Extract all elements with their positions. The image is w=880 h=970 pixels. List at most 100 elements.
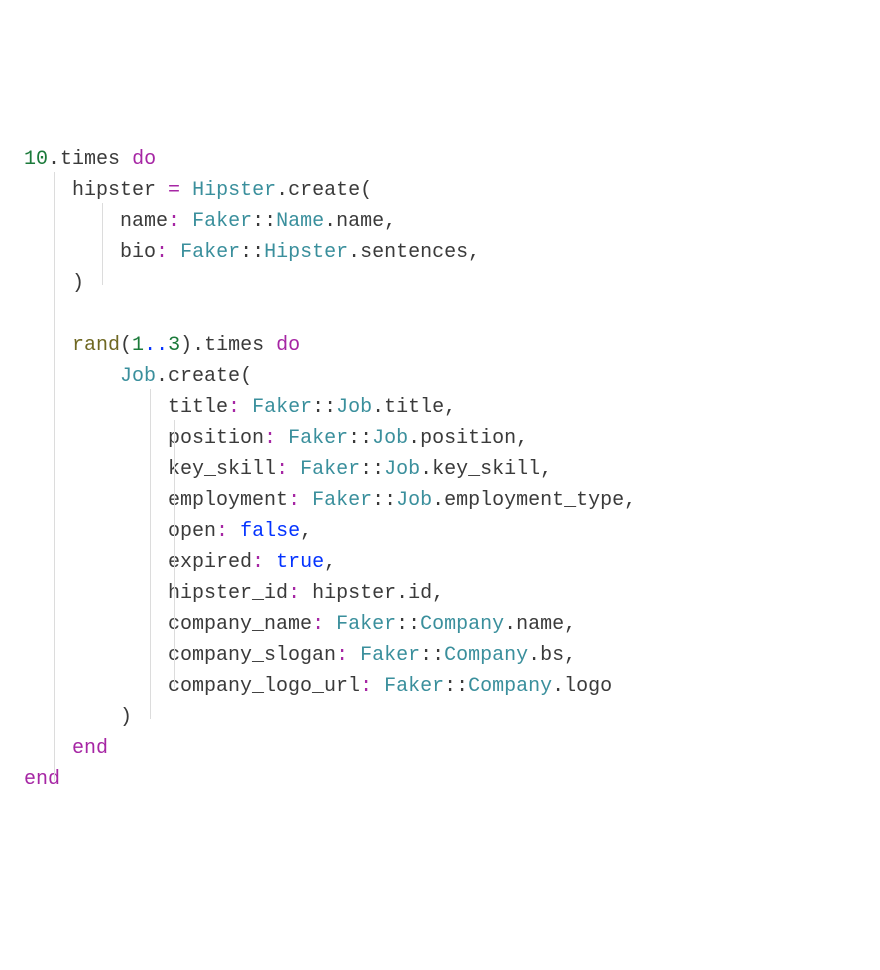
token: ::: [372, 489, 396, 512]
token: [24, 303, 36, 326]
code-line: hipster = Hipster.create(: [24, 175, 860, 206]
token: :: [264, 427, 276, 450]
token: [324, 613, 336, 636]
token: [24, 582, 168, 605]
token: .: [408, 427, 420, 450]
token: [24, 737, 72, 760]
token: (: [120, 334, 132, 357]
token: :: [312, 613, 324, 636]
token: .: [156, 365, 168, 388]
token: ): [120, 706, 132, 729]
token: create: [168, 365, 240, 388]
token: ..: [144, 334, 168, 357]
token: false: [240, 520, 300, 543]
token: ): [180, 334, 192, 357]
token: Faker: [192, 210, 252, 233]
indent-guide: [150, 389, 151, 719]
token: [120, 148, 132, 171]
token: company_logo_url: [168, 675, 360, 698]
token: .: [420, 458, 432, 481]
token: [24, 551, 168, 574]
code-line: Job.create(: [24, 361, 860, 392]
token: [24, 706, 120, 729]
token: employment_type,: [444, 489, 636, 512]
token: title: [384, 396, 444, 419]
token: [168, 241, 180, 264]
token: [24, 210, 120, 233]
token: Hipster: [192, 179, 276, 202]
code-line: [24, 299, 860, 330]
token: .: [504, 613, 516, 636]
token: :: [168, 210, 180, 233]
token: Company: [444, 644, 528, 667]
token: Faker: [360, 644, 420, 667]
code-line: bio: Faker::Hipster.sentences,: [24, 237, 860, 268]
token: Faker: [288, 427, 348, 450]
token: end: [72, 737, 108, 760]
token: [228, 520, 240, 543]
token: :: [156, 241, 168, 264]
token: .: [372, 396, 384, 419]
token: =: [168, 179, 180, 202]
indent-guide: [102, 203, 103, 285]
token: :: [360, 675, 372, 698]
token: ::: [312, 396, 336, 419]
token: ::: [348, 427, 372, 450]
token: Faker: [312, 489, 372, 512]
indent-guide: [54, 172, 55, 781]
token: Faker: [384, 675, 444, 698]
token: [24, 458, 168, 481]
token: (: [240, 365, 252, 388]
token: :: [288, 489, 300, 512]
token: rand: [72, 334, 120, 357]
token: ::: [360, 458, 384, 481]
token: (: [360, 179, 372, 202]
token: name,: [516, 613, 576, 636]
token: [348, 644, 360, 667]
token: logo: [564, 675, 612, 698]
token: :: [336, 644, 348, 667]
token: :: [276, 458, 288, 481]
code-line: ): [24, 268, 860, 299]
token: ,: [300, 520, 312, 543]
token: .: [396, 582, 408, 605]
token: Faker: [300, 458, 360, 481]
token: ,: [444, 396, 456, 419]
token: ,: [324, 551, 336, 574]
token: company_name: [168, 613, 312, 636]
code-line: rand(1..3).times do: [24, 330, 860, 361]
token: [24, 644, 168, 667]
token: ::: [252, 210, 276, 233]
token: .: [552, 675, 564, 698]
token: 10: [24, 148, 48, 171]
token: [180, 210, 192, 233]
token: [240, 396, 252, 419]
token: sentences: [360, 241, 468, 264]
token: ::: [444, 675, 468, 698]
token: position: [168, 427, 264, 450]
token: ::: [396, 613, 420, 636]
token: create: [288, 179, 360, 202]
token: true: [276, 551, 324, 574]
token: do: [276, 334, 300, 357]
token: times: [204, 334, 264, 357]
token: company_slogan: [168, 644, 336, 667]
token: Faker: [180, 241, 240, 264]
token: Job: [384, 458, 420, 481]
token: key_skill,: [432, 458, 552, 481]
token: [24, 396, 168, 419]
token: Faker: [252, 396, 312, 419]
token: 1: [132, 334, 144, 357]
token: times: [60, 148, 120, 171]
token: ,: [468, 241, 480, 264]
token: ::: [240, 241, 264, 264]
token: .: [276, 179, 288, 202]
token: position,: [420, 427, 528, 450]
token: [24, 427, 168, 450]
token: .: [528, 644, 540, 667]
token: :: [288, 582, 300, 605]
token: [180, 179, 192, 202]
token: Faker: [336, 613, 396, 636]
token: bio: [120, 241, 156, 264]
token: name: [120, 210, 168, 233]
